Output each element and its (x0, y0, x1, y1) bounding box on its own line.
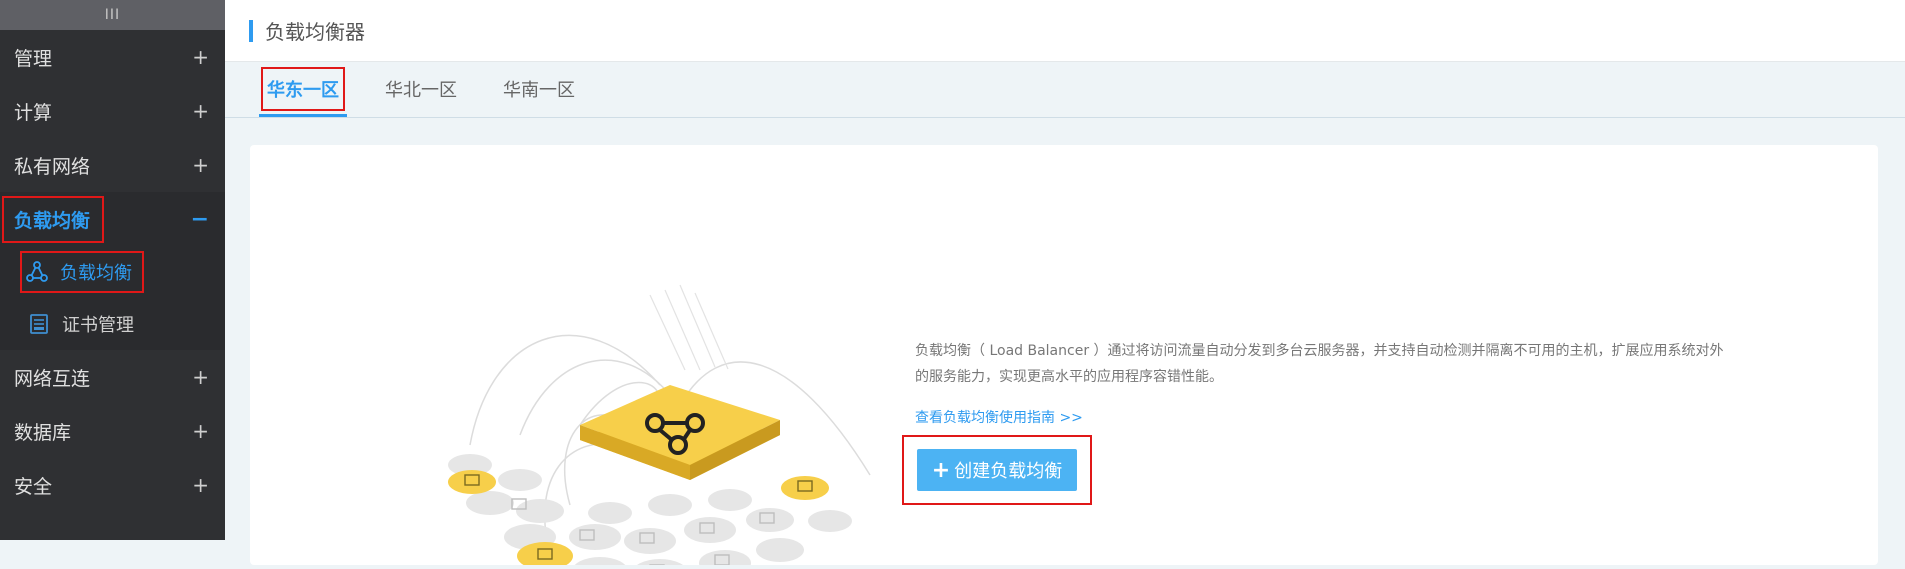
sidebar-item-private-network[interactable]: 私有网络 + (0, 138, 225, 192)
certificate-icon (28, 313, 50, 335)
load-balancer-description: 负载均衡（ Load Balancer ）通过将访问流量自动分发到多台云服务器，… (915, 343, 1724, 385)
title-accent-bar (249, 19, 253, 42)
sidebar-item-label: 私有网络 (14, 155, 91, 178)
region-tabs: 华东一区 华北一区 华南一区 (225, 62, 1905, 118)
sidebar-collapse-handle[interactable]: III (0, 0, 225, 30)
sidebar-item-compute[interactable]: 计算 + (0, 84, 225, 138)
tab-east-china-1[interactable]: 华东一区 (255, 61, 351, 117)
sidebar-item-label: 数据库 (14, 421, 72, 444)
sidebar-item-network-interconnect[interactable]: 网络互连 + (0, 350, 225, 404)
expand-plus-icon: + (192, 473, 209, 497)
plus-icon: + (931, 457, 951, 483)
expand-plus-icon: + (192, 365, 209, 389)
load-balancer-icon (26, 261, 48, 283)
sidebar-subitem-highlight: 负载均衡 (20, 251, 144, 293)
empty-state-panel: 负载均衡（ Load Balancer ）通过将访问流量自动分发到多台云服务器，… (250, 145, 1878, 569)
sidebar: III 管理 + 计算 + 私有网络 + 负载均衡 − 负载均衡 证书管理 网络… (0, 0, 225, 540)
tab-north-china-1[interactable]: 华北一区 (373, 61, 469, 117)
sidebar-item-database[interactable]: 数据库 + (0, 404, 225, 458)
load-balancer-illustration (430, 275, 890, 569)
page-title: 负载均衡器 (265, 20, 365, 44)
sidebar-item-label: 安全 (14, 475, 53, 498)
tab-label: 华北一区 (385, 80, 457, 101)
sidebar-item-label: 计算 (14, 101, 53, 124)
tab-label: 华东一区 (267, 80, 339, 101)
sidebar-subitem-certificates[interactable]: 证书管理 (0, 298, 225, 350)
sidebar-item-label: 管理 (14, 47, 53, 70)
tab-label: 华南一区 (503, 80, 575, 101)
sidebar-subitem-label: 负载均衡 (60, 263, 132, 284)
sidebar-item-label: 网络互连 (14, 367, 91, 390)
sidebar-item-label: 负载均衡 (2, 195, 105, 243)
collapse-minus-icon: − (190, 206, 209, 232)
usage-guide-link[interactable]: 查看负载均衡使用指南 >> (915, 407, 1083, 427)
create-button-label: 创建负载均衡 (954, 461, 1063, 482)
expand-plus-icon: + (192, 419, 209, 443)
sidebar-item-manage[interactable]: 管理 + (0, 30, 225, 84)
main-area: 负载均衡器 华东一区 华北一区 华南一区 负载均衡（ Load Balancer… (225, 0, 1905, 569)
sidebar-item-load-balancing[interactable]: 负载均衡 − (0, 192, 225, 246)
expand-plus-icon: + (192, 99, 209, 123)
sidebar-subitem-load-balancer[interactable]: 负载均衡 (0, 246, 225, 298)
expand-plus-icon: + (192, 153, 209, 177)
page-header: 负载均衡器 (225, 0, 1905, 62)
expand-plus-icon: + (192, 45, 209, 69)
tab-south-china-1[interactable]: 华南一区 (491, 61, 587, 117)
create-button-highlight: + 创建负载均衡 (902, 435, 1092, 505)
create-load-balancer-button[interactable]: + 创建负载均衡 (917, 449, 1077, 491)
sidebar-item-security[interactable]: 安全 + (0, 458, 225, 512)
sidebar-subitem-label: 证书管理 (62, 315, 134, 336)
